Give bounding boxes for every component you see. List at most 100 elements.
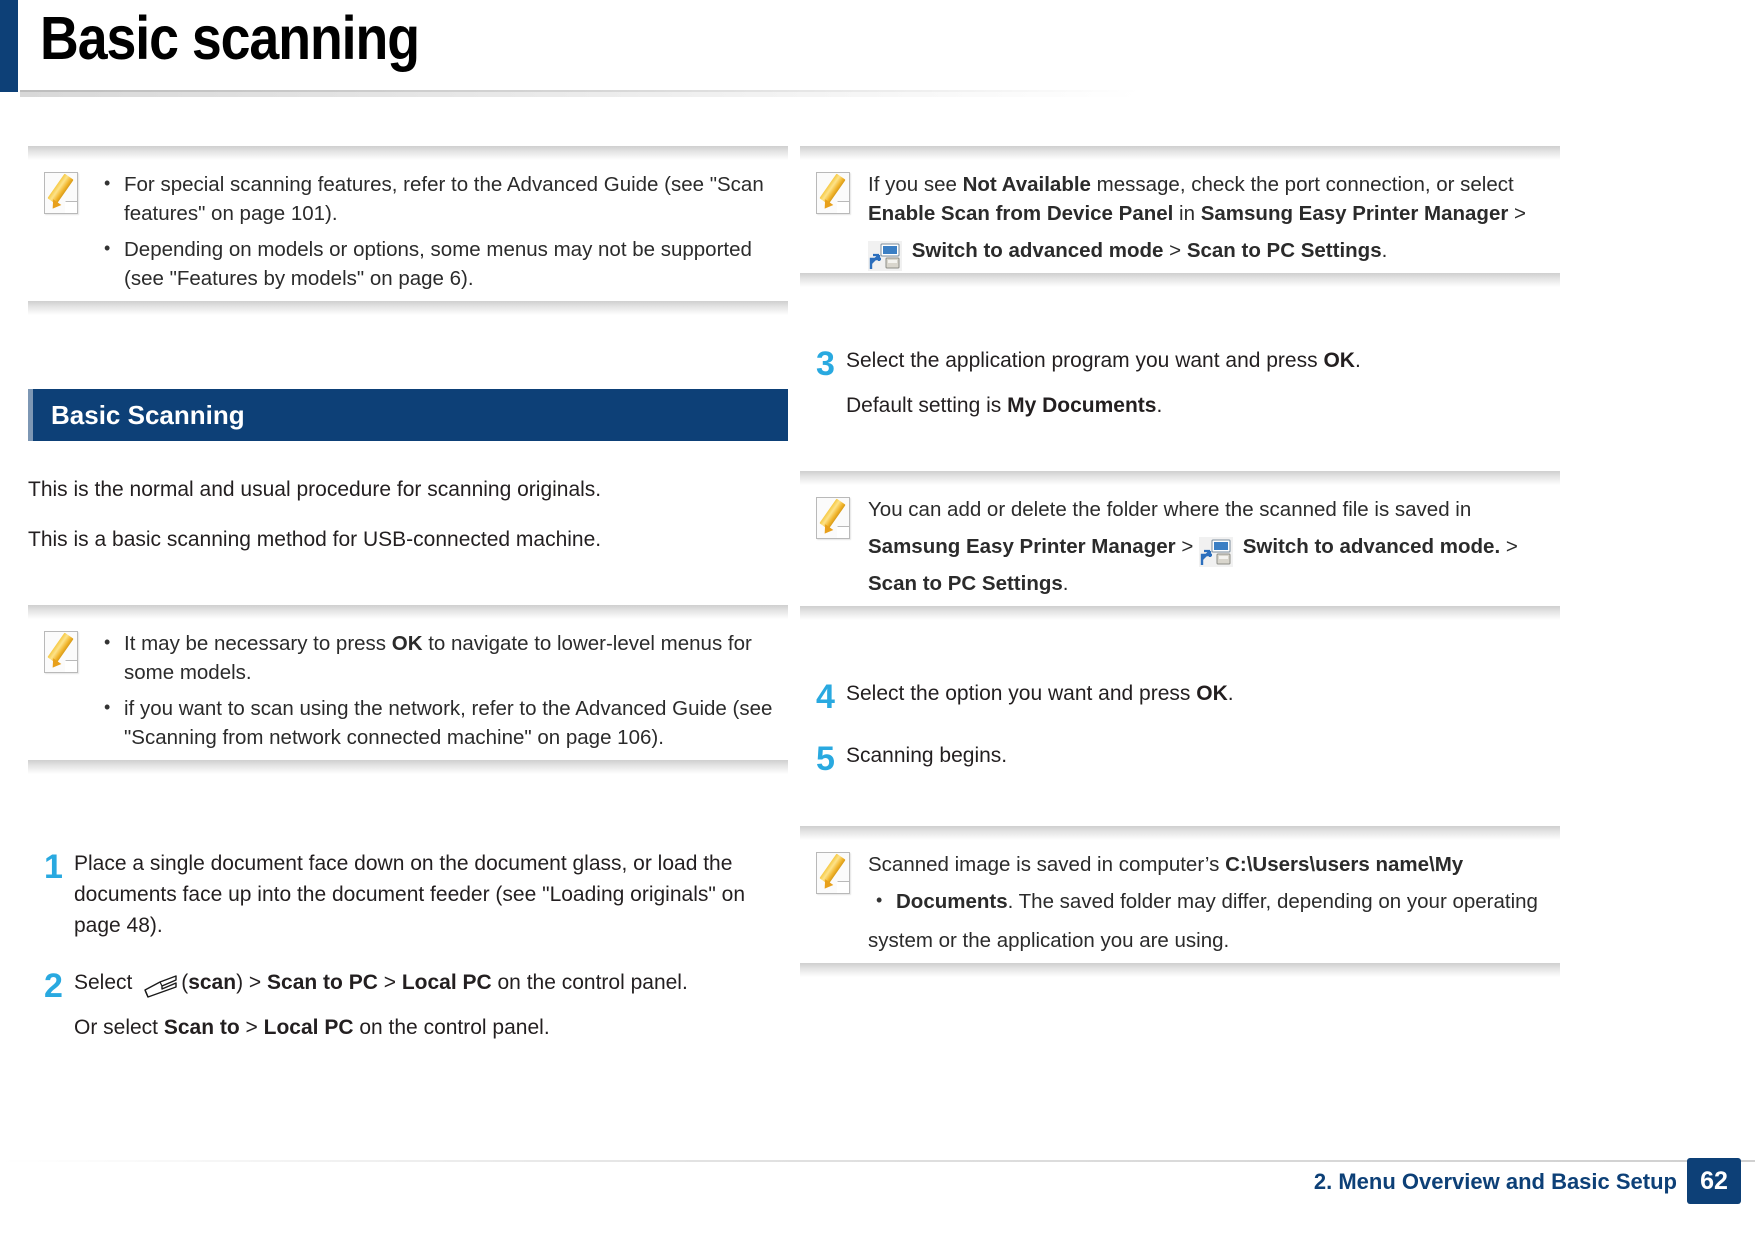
- note-top-rule: [28, 146, 788, 160]
- plain-text: if you want to scan using the network, r…: [124, 697, 773, 749]
- note-bottom-rule: [800, 606, 1560, 620]
- list-item: if you want to scan using the network, r…: [96, 693, 778, 752]
- plain-text: >: [1169, 239, 1187, 262]
- list-item: It may be necessary to press OK to navig…: [96, 628, 778, 687]
- footer-chapter-label: 2. Menu Overview and Basic Setup: [1313, 1169, 1677, 1194]
- emphasis-text: My Documents: [1007, 394, 1157, 417]
- plain-text: system or the application you are using.: [868, 929, 1230, 952]
- note-box-add-delete-folder: You can add or delete the folder where t…: [800, 455, 1560, 634]
- emphasis-text: Scan to PC Settings: [868, 572, 1063, 595]
- plain-text: ) >: [236, 971, 268, 994]
- plain-text: on the control panel.: [491, 971, 688, 994]
- plain-text: Place a single document face down on the…: [74, 852, 746, 937]
- plain-text: Select: [74, 971, 139, 994]
- step-line: Select the application program you want …: [846, 345, 1560, 376]
- step-line: Place a single document face down on the…: [74, 848, 788, 941]
- emphasis-text: Samsung Easy Printer Manager: [1200, 202, 1509, 225]
- plain-text: >: [1508, 202, 1527, 225]
- plain-text: Select the application program you want …: [846, 349, 1324, 372]
- page-title: Basic scanning: [40, 4, 420, 72]
- emphasis-text: scan: [188, 971, 237, 994]
- memo-note-icon: [44, 631, 96, 675]
- right-column: If you see Not Available message, check …: [800, 130, 1560, 991]
- emphasis-text: C:\Users\users name\My: [1225, 853, 1464, 876]
- section-header-basic-scanning: Basic Scanning: [28, 389, 788, 441]
- emphasis-text: Switch to advanced mode.: [1237, 535, 1501, 558]
- plain-text: Scanning begins.: [846, 744, 1008, 767]
- step-number: 2: [44, 967, 63, 1005]
- note-line: Switch to advanced mode > Scan to PC Set…: [868, 236, 1550, 271]
- note-content: Scanned image is saved in computer’s C:\…: [868, 850, 1560, 955]
- left-column: For special scanning features, refer to …: [28, 130, 788, 1043]
- step-line: Select (scan) > Scan to PC > Local PC on…: [74, 967, 788, 998]
- switch-advanced-mode-icon: [1199, 536, 1233, 567]
- emphasis-text: OK: [1196, 682, 1228, 705]
- emphasis-text: Local PC: [401, 971, 492, 994]
- plain-text: in: [1173, 202, 1201, 225]
- intro-paragraph-2: This is a basic scanning method for USB-…: [28, 528, 602, 551]
- note-content: You can add or delete the folder where t…: [868, 495, 1560, 598]
- plain-text: >: [377, 971, 402, 994]
- plain-text: >: [239, 1016, 264, 1039]
- emphasis-text: Switch to advanced mode: [906, 239, 1170, 262]
- emphasis-text: Scan to PC: [267, 971, 378, 994]
- page-number-badge: 62: [1687, 1158, 1741, 1204]
- emphasis-text: Enable Scan from Device Panel: [868, 202, 1174, 225]
- note-top-rule: [28, 605, 788, 619]
- memo-note-icon: [816, 497, 868, 541]
- step-line: Scanning begins.: [846, 740, 1560, 771]
- step-line: Default setting is My Documents.: [846, 390, 1560, 421]
- plain-text: >: [1175, 535, 1199, 558]
- intro-paragraph-1: This is the normal and usual procedure f…: [28, 478, 602, 501]
- memo-note-icon: [816, 852, 868, 896]
- page-footer: 2. Menu Overview and Basic Setup 62: [0, 1158, 1755, 1212]
- header-accent-mark: [0, 0, 18, 92]
- step-text: Scanning begins.: [846, 740, 1560, 771]
- note-top-rule: [800, 146, 1560, 160]
- note-bottom-rule: [28, 760, 788, 774]
- step-number: 4: [816, 678, 835, 716]
- note-bullet-list: It may be necessary to press OK to navig…: [96, 628, 778, 752]
- plain-text: Default setting is: [846, 394, 1008, 417]
- emphasis-text: OK: [391, 632, 423, 655]
- note-bullet-list: For special scanning features, refer to …: [96, 169, 778, 293]
- note-box-scanned-image-saved: Scanned image is saved in computer’s C:\…: [800, 810, 1560, 991]
- list-item: For special scanning features, refer to …: [96, 169, 778, 228]
- emphasis-text: OK: [1323, 349, 1355, 372]
- step-number: 1: [44, 848, 63, 886]
- note-bullet-list: Documents. The saved folder may differ, …: [868, 886, 1550, 916]
- plain-text: .: [1062, 572, 1069, 595]
- note-top-rule: [800, 471, 1560, 485]
- plain-text: >: [1500, 535, 1518, 558]
- step-number: 5: [816, 740, 835, 778]
- note-line: Scan to PC Settings.: [868, 569, 1550, 598]
- step-line: Select the option you want and press OK.: [846, 678, 1560, 709]
- note-line: If you see Not Available message, check …: [868, 170, 1550, 228]
- emphasis-text: Samsung Easy Printer Manager: [868, 535, 1176, 558]
- emphasis-text: Local PC: [263, 1016, 354, 1039]
- note-box-not-available: If you see Not Available message, check …: [800, 130, 1560, 301]
- plain-text: .: [1381, 239, 1388, 262]
- plain-text: message, check the port connection, or s…: [1090, 173, 1514, 196]
- plain-text: If you see: [868, 173, 963, 196]
- emphasis-text: Scan to PC Settings: [1186, 239, 1382, 262]
- note-box-ok-navigate: It may be necessary to press OK to navig…: [28, 589, 788, 788]
- plain-text: Or select: [74, 1016, 164, 1039]
- step-5: 5 Scanning begins.: [800, 740, 1560, 776]
- note-line: Scanned image is saved in computer’s C:\…: [868, 850, 1550, 879]
- plain-text: .: [1354, 349, 1361, 372]
- step-1: 1 Place a single document face down on t…: [28, 848, 788, 941]
- plain-text: It may be necessary to press: [124, 632, 392, 655]
- footer-divider: [0, 1160, 1755, 1162]
- step-text: Place a single document face down on the…: [74, 848, 788, 941]
- step-text: Select (scan) > Scan to PC > Local PC on…: [74, 967, 788, 1043]
- note-content: If you see Not Available message, check …: [868, 170, 1560, 271]
- emphasis-text: Not Available: [962, 173, 1091, 196]
- note-line: system or the application you are using.: [868, 926, 1550, 955]
- plain-text: You can add or delete the folder where t…: [868, 498, 1472, 521]
- note-content: For special scanning features, refer to …: [96, 169, 788, 293]
- step-3: 3 Select the application program you wan…: [800, 345, 1560, 421]
- step-2: 2 Select (scan) > Scan to PC > Local PC …: [28, 967, 788, 1043]
- note-bottom-rule: [800, 963, 1560, 977]
- section-title: Basic Scanning: [51, 399, 245, 430]
